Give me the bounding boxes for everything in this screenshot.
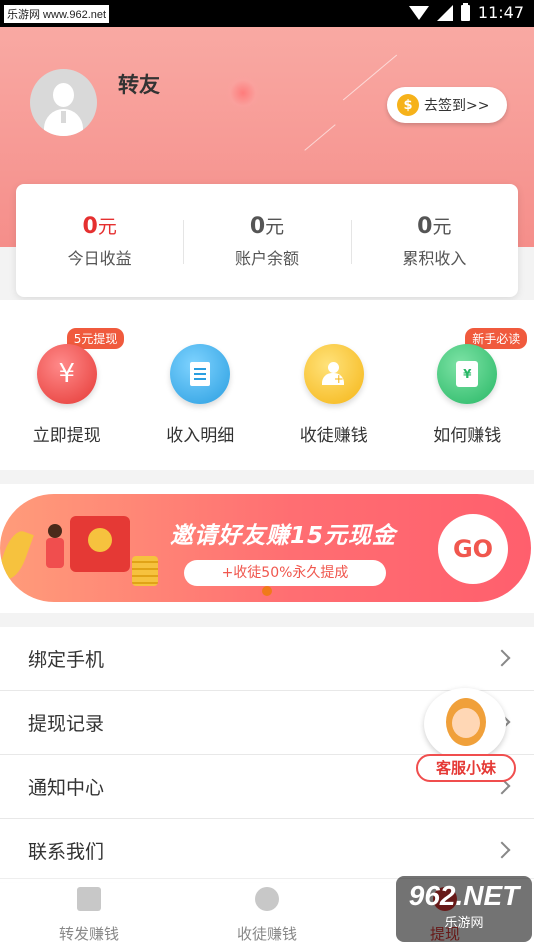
stat-value: 0 bbox=[82, 214, 98, 239]
username: 转友 bbox=[118, 73, 160, 97]
banner-subtitle: +收徒50%永久提成 bbox=[184, 560, 386, 586]
wifi-icon bbox=[408, 5, 429, 20]
stat-value: 0 bbox=[417, 214, 433, 239]
action-withdraw[interactable]: 5元提现 ¥ 立即提现 bbox=[0, 300, 134, 470]
agent-avatar-icon bbox=[424, 688, 506, 760]
action-recruit[interactable]: 收徒赚钱 bbox=[267, 300, 401, 470]
stat-unit: 元 bbox=[432, 216, 452, 238]
chevron-right-icon bbox=[493, 649, 511, 667]
leaf-decoration bbox=[0, 527, 34, 583]
site-logo: 962.NET 乐游网 bbox=[396, 876, 532, 942]
decorative-streak bbox=[342, 54, 398, 101]
menu-item-label: 绑定手机 bbox=[28, 649, 105, 671]
document-icon bbox=[170, 344, 231, 404]
action-label: 收入明细 bbox=[166, 426, 235, 446]
action-how-to-earn[interactable]: 新手必读 ¥ 如何赚钱 bbox=[401, 300, 534, 470]
users-icon bbox=[255, 887, 279, 911]
checkin-label: 去签到>> bbox=[424, 98, 490, 114]
watermark: 乐游网 www.962.net bbox=[4, 5, 110, 23]
menu-item-label: 通知中心 bbox=[28, 777, 105, 799]
stat-today[interactable]: 0元 今日收益 bbox=[16, 212, 183, 269]
stat-label: 累积收入 bbox=[402, 249, 467, 268]
checkin-button[interactable]: $ 去签到>> bbox=[387, 87, 507, 123]
avatar-head bbox=[53, 83, 74, 107]
site-logo-subtext: 乐游网 bbox=[444, 915, 484, 930]
quick-actions: 5元提现 ¥ 立即提现 收入明细 收徒赚钱 新手必读 ¥ 如何赚钱 bbox=[0, 300, 534, 470]
menu-item-label: 提现记录 bbox=[28, 713, 105, 735]
menu-item-label: 联系我们 bbox=[28, 841, 105, 863]
customer-service-label: 客服小妹 bbox=[416, 754, 516, 782]
status-bar: 乐游网 www.962.net 11:47 bbox=[0, 0, 534, 27]
signal-icon bbox=[436, 4, 453, 21]
stat-total[interactable]: 0元 累积收入 bbox=[350, 212, 518, 269]
document-icon bbox=[77, 887, 101, 911]
clock: 11:47 bbox=[477, 3, 524, 22]
invite-banner[interactable]: 邀请好友赚15元现金 +收徒50%永久提成 GO bbox=[0, 494, 531, 602]
action-label: 立即提现 bbox=[32, 426, 101, 446]
tab-label: 收徒赚钱 bbox=[236, 925, 297, 943]
tab-forward-earn[interactable]: 转发赚钱 bbox=[0, 879, 178, 949]
coin-stack-illustration bbox=[132, 556, 158, 586]
action-income-detail[interactable]: 收入明细 bbox=[134, 300, 268, 470]
customer-service-button[interactable]: 客服小妹 bbox=[416, 688, 518, 786]
decorative-glow bbox=[225, 75, 261, 111]
chevron-right-icon bbox=[493, 841, 511, 859]
status-icons: 11:47 bbox=[408, 2, 524, 22]
stat-label: 今日收益 bbox=[67, 249, 132, 268]
menu-item-bind-phone[interactable]: 绑定手机 bbox=[0, 627, 534, 691]
avatar[interactable] bbox=[30, 69, 97, 136]
stat-value: 0 bbox=[249, 214, 266, 239]
stat-unit: 元 bbox=[97, 216, 117, 238]
action-label: 如何赚钱 bbox=[433, 426, 502, 446]
red-envelope-illustration bbox=[70, 516, 130, 572]
girl-illustration bbox=[44, 524, 66, 584]
coin-icon: $ bbox=[397, 94, 419, 116]
go-button[interactable]: GO bbox=[438, 514, 508, 584]
wallet-icon: ¥ bbox=[437, 344, 498, 404]
earnings-card: 0元 今日收益 0元 账户余额 0元 累积收入 bbox=[16, 184, 518, 297]
carousel-indicator bbox=[262, 586, 272, 596]
site-logo-text: 962.NET bbox=[408, 880, 520, 911]
menu-item-contact-us[interactable]: 联系我们 bbox=[0, 819, 534, 883]
tab-label: 转发赚钱 bbox=[58, 925, 119, 943]
decorative-streak bbox=[304, 124, 336, 151]
action-label: 收徒赚钱 bbox=[299, 426, 368, 446]
banner-title: 邀请好友赚15元现金 bbox=[170, 523, 397, 549]
avatar-tie bbox=[61, 111, 66, 123]
battery-icon bbox=[460, 2, 470, 21]
stat-label: 账户余额 bbox=[234, 249, 299, 268]
add-user-icon bbox=[303, 344, 364, 404]
stat-unit: 元 bbox=[265, 216, 285, 238]
banner-section: 邀请好友赚15元现金 +收徒50%永久提成 GO bbox=[0, 484, 534, 613]
yuan-icon: ¥ bbox=[36, 344, 97, 404]
stat-balance[interactable]: 0元 账户余额 bbox=[183, 212, 350, 269]
tab-recruit-earn[interactable]: 收徒赚钱 bbox=[178, 879, 356, 949]
